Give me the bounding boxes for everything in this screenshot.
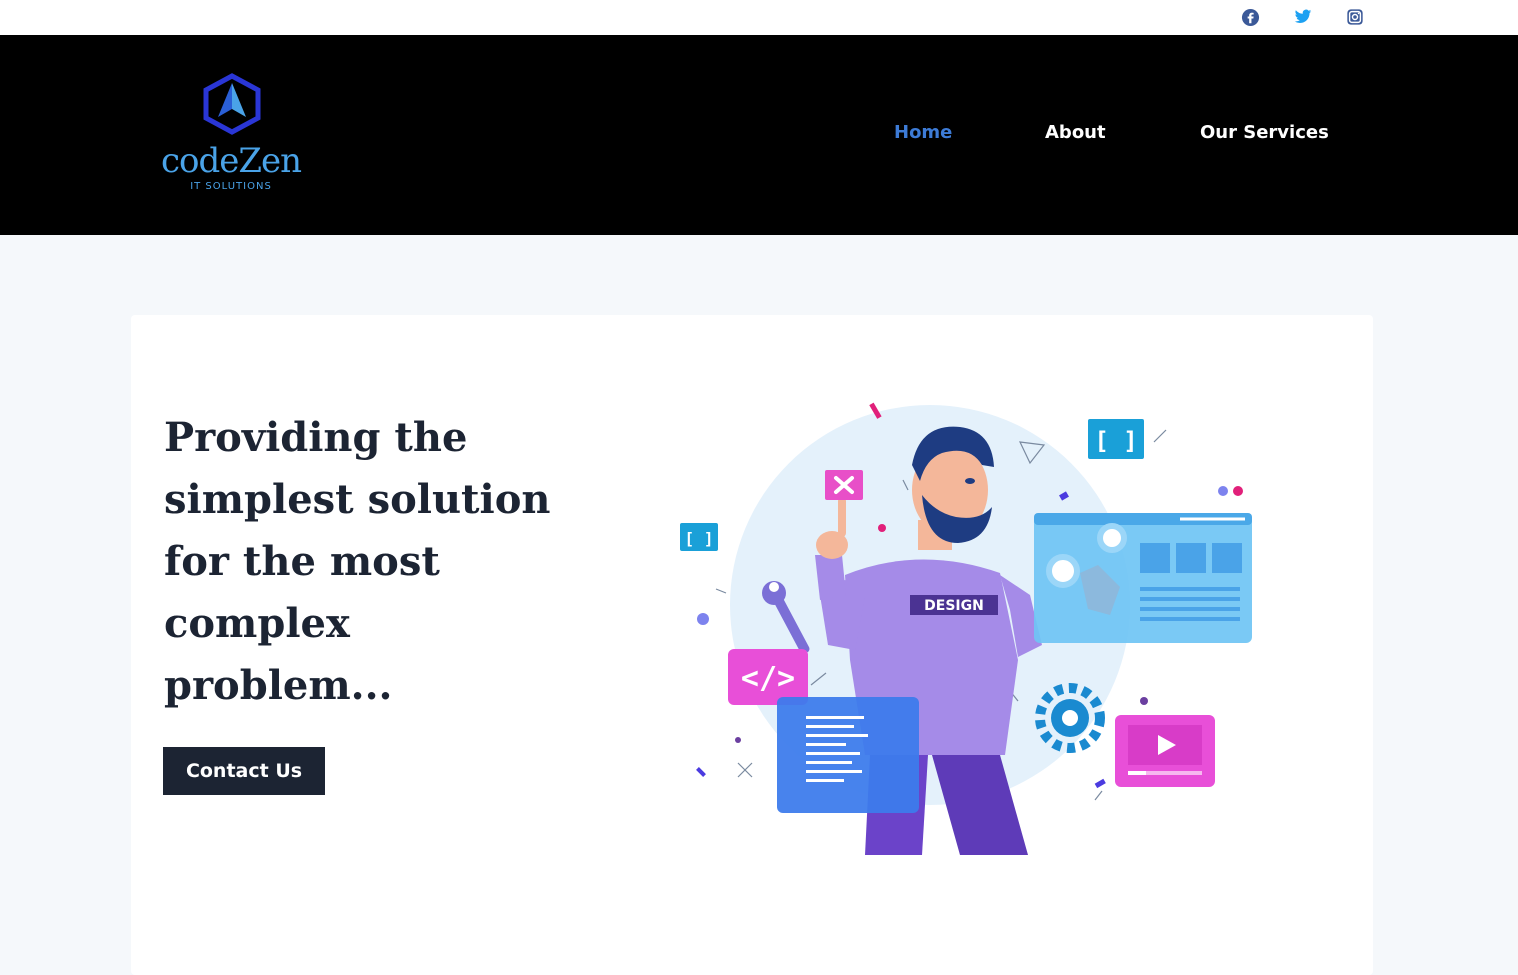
top-bar <box>0 0 1518 35</box>
brand-tagline: IT SOLUTIONS <box>190 181 272 192</box>
instagram-icon[interactable] <box>1345 7 1365 27</box>
bracket-box-small-icon: [ ] <box>680 523 718 551</box>
bracket-box-large-icon: [ ] <box>1088 419 1144 459</box>
nav-home[interactable]: Home <box>894 122 952 143</box>
twitter-icon[interactable] <box>1293 7 1313 27</box>
svg-text:</>: </> <box>741 661 795 696</box>
svg-text:[ ]: [ ] <box>685 529 714 548</box>
brand-name: codeZen <box>160 141 302 181</box>
nav-our-services[interactable]: Our Services <box>1200 122 1329 143</box>
hero-illustration: [ ] [ ] DESIGN </> <box>680 402 1252 855</box>
code-tag-icon: </> <box>728 649 808 705</box>
site-header: codeZen IT SOLUTIONS Home About Our Serv… <box>0 35 1518 235</box>
contact-us-button[interactable]: Contact Us <box>163 747 325 795</box>
browser-window-icon <box>1034 513 1252 643</box>
site-logo[interactable]: codeZen IT SOLUTIONS <box>160 73 310 198</box>
facebook-icon[interactable] <box>1240 7 1260 27</box>
nav-about[interactable]: About <box>1045 122 1106 143</box>
code-editor-panel-icon <box>777 697 919 813</box>
logo-mark-icon <box>203 73 261 135</box>
video-player-icon <box>1115 715 1215 787</box>
hero-title: Providing the simplest solution for the … <box>164 414 551 709</box>
svg-text:[ ]: [ ] <box>1094 427 1137 455</box>
shirt-design-label: DESIGN <box>924 598 984 614</box>
close-icon <box>825 470 863 500</box>
